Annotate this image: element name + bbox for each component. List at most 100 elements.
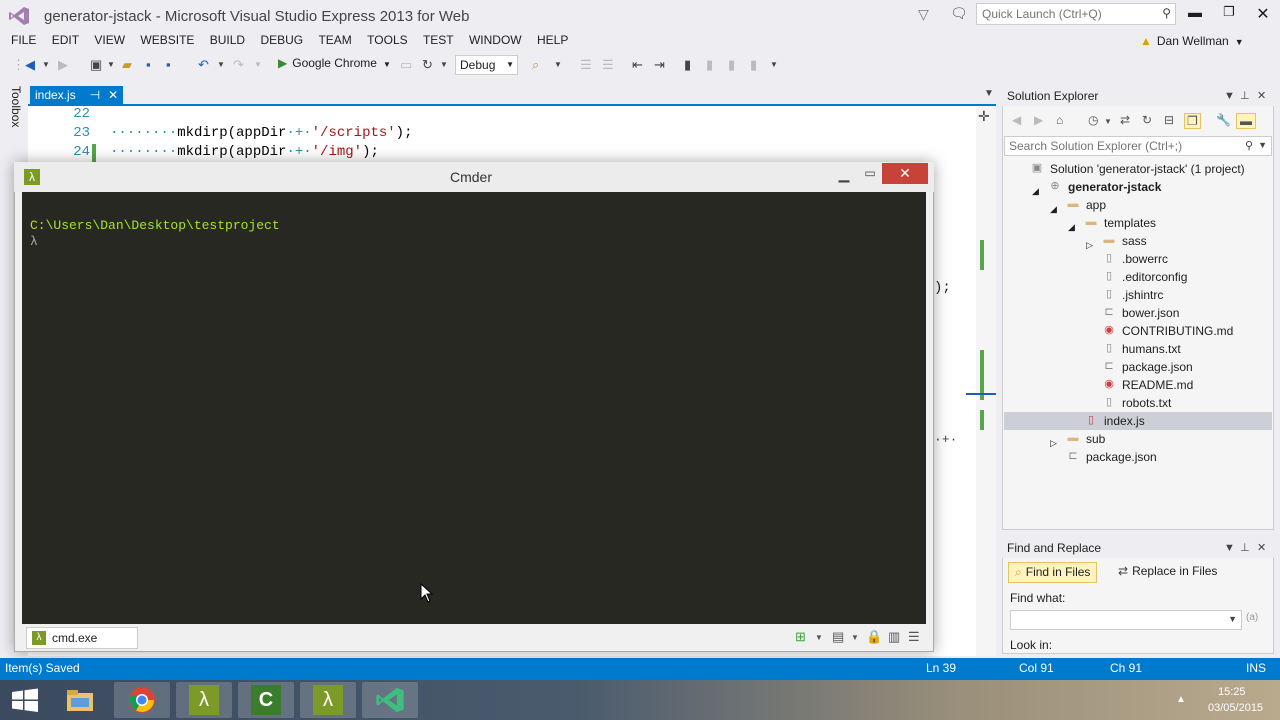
collapse-all-icon[interactable]: ⊟ [1164,113,1174,127]
pin-icon[interactable]: ⊥ [1240,89,1250,102]
prev-bookmark-icon[interactable]: ▮ [706,56,713,74]
refresh-icon[interactable]: ↻ [422,56,433,74]
tree-item[interactable]: ▯ .bowerrc [1004,250,1272,268]
indent-icon[interactable]: ⇥ [654,56,665,74]
align-left-icon[interactable]: ☰ [580,56,592,74]
cmder-minimize-button[interactable]: ▁ [834,166,854,183]
menu-debug[interactable]: DEBUG [254,30,309,52]
chevron-down-icon[interactable]: ▼ [42,56,50,74]
chevron-down-icon[interactable]: ▼ [440,56,448,74]
forward-icon[interactable]: ▶ [1034,113,1043,127]
console-output[interactable] [22,192,926,624]
back-icon[interactable]: ◀ [1012,113,1021,127]
chevron-down-icon[interactable]: ▼ [1258,140,1267,150]
tree-item[interactable]: ▯ index.js [1004,412,1272,430]
notification-filter-icon[interactable]: ▽ [918,6,929,23]
tab-index-js[interactable]: index.js ⊣ ✕ [30,86,124,106]
tree-item[interactable]: ▷ ▬ sass [1004,232,1272,250]
switch-console-icon[interactable]: ▤ [832,629,844,645]
tree-item[interactable]: ▯ .jshintrc [1004,286,1272,304]
cmder-close-button[interactable]: ✕ [882,163,928,184]
quick-launch-box[interactable]: ⚲ [976,3,1176,25]
chevron-down-icon[interactable]: ▼ [554,56,562,74]
menu-window[interactable]: WINDOW [463,30,528,52]
restore-button[interactable]: ❐ [1214,4,1244,24]
show-all-files-icon[interactable]: ❐ [1184,113,1201,129]
pin-icon[interactable]: ⊣ [90,88,100,102]
chevron-down-icon[interactable]: ▼ [984,88,994,99]
cmder-icon[interactable]: λ [300,682,356,718]
visual-studio-icon[interactable] [362,682,418,718]
close-button[interactable]: ✕ [1248,4,1278,24]
menu-team[interactable]: TEAM [312,30,357,52]
tree-item[interactable]: ◉ README.md [1004,376,1272,394]
refresh-icon[interactable]: ↻ [1142,113,1152,127]
home-icon[interactable]: ⌂ [1056,113,1063,127]
menu-tools[interactable]: TOOLS [361,30,413,52]
redo-icon[interactable]: ↷ [233,56,244,74]
chevron-down-icon[interactable]: ▼ [770,56,778,74]
preview-icon[interactable]: ▬ [1236,113,1256,129]
user-account[interactable]: ▲ Dan Wellman ▼ [1140,34,1244,48]
tree-item[interactable]: ◉ CONTRIBUTING.md [1004,322,1272,340]
chevron-down-icon[interactable]: ▼ [1104,117,1112,126]
file-explorer-icon[interactable] [52,682,108,718]
undo-icon[interactable]: ↶ [198,56,209,74]
next-bookmark-icon[interactable]: ▮ [728,56,735,74]
camtasia-icon[interactable]: C [238,682,294,718]
menu-build[interactable]: BUILD [204,30,251,52]
tree-item[interactable]: ▯ robots.txt [1004,394,1272,412]
chevron-down-icon[interactable]: ▼ [1228,614,1237,624]
menu-file[interactable]: FILE [5,30,42,52]
panes-icon[interactable]: ▥ [888,629,900,645]
search-icon[interactable]: ⚲ [1245,139,1253,152]
outdent-icon[interactable]: ⇤ [632,56,643,74]
tree-item[interactable]: ▷ ▬ sub [1004,430,1272,448]
find-what-input[interactable]: ▼ [1010,610,1242,630]
save-all-icon[interactable]: ▪ [166,56,171,74]
properties-icon[interactable]: 🔧 [1216,113,1231,127]
regex-icon[interactable]: (a) [1246,612,1258,623]
close-icon[interactable]: ✕ [1257,89,1266,102]
tree-item[interactable]: ▯ humans.txt [1004,340,1272,358]
tree-item[interactable]: ⊏ package.json [1004,448,1272,466]
search-icon[interactable]: ⚲ [1162,6,1171,20]
save-icon[interactable]: ▪ [146,56,151,74]
clock-date[interactable]: 03/05/2015 [1208,702,1263,714]
windows-start-icon[interactable] [0,680,50,720]
menu-icon[interactable]: ☰ [908,629,920,645]
tree-item[interactable]: ⊏ bower.json [1004,304,1272,322]
editor-scrollbar[interactable] [976,106,996,656]
chevron-down-icon[interactable]: ▼ [851,633,859,642]
menu-test[interactable]: TEST [417,30,460,52]
cmder-maximize-button[interactable]: ▭ [860,166,880,180]
browser-link-icon[interactable]: ▭ [400,56,412,74]
clock-time[interactable]: 15:25 [1218,686,1246,698]
quick-launch-input[interactable] [977,4,1147,24]
solution-explorer-search-input[interactable] [1005,137,1245,155]
close-icon[interactable]: ✕ [108,88,118,102]
menu-edit[interactable]: EDIT [46,30,85,52]
chevron-down-icon[interactable]: ▼ [815,633,823,642]
clear-bookmarks-icon[interactable]: ▮ [750,56,757,74]
run-browser-button[interactable]: ▶ Google Chrome ▼ [278,56,391,70]
replace-in-files-tab[interactable]: ⇄ Replace in Files [1112,562,1223,583]
chevron-down-icon[interactable]: ▼ [254,56,262,74]
menu-website[interactable]: WEBSITE [134,30,200,52]
toolbox-tab[interactable]: Toolbox [9,86,23,127]
tree-item[interactable]: ◢ ▬ templates [1004,214,1272,232]
bookmark-icon[interactable]: ▮ [684,56,691,74]
configuration-select[interactable]: Debug ▼ [455,55,518,75]
back-icon[interactable]: ◀ [25,56,35,74]
find-in-files-tab[interactable]: ⌕ Find in Files [1008,562,1098,583]
forward-icon[interactable]: ▶ [58,56,68,74]
open-folder-icon[interactable]: ▰ [122,56,132,74]
close-icon[interactable]: ✕ [1257,541,1266,554]
feedback-icon[interactable]: 🗨 [950,5,968,22]
align-center-icon[interactable]: ☰ [602,56,614,74]
cmder-icon[interactable]: λ [176,682,232,718]
chevron-down-icon[interactable]: ▼ [1224,90,1235,102]
tray-overflow-icon[interactable]: ▲ [1176,694,1186,705]
pin-icon[interactable]: ⊥ [1240,541,1250,554]
solution-explorer-search[interactable]: ⚲ ▼ [1004,136,1272,156]
